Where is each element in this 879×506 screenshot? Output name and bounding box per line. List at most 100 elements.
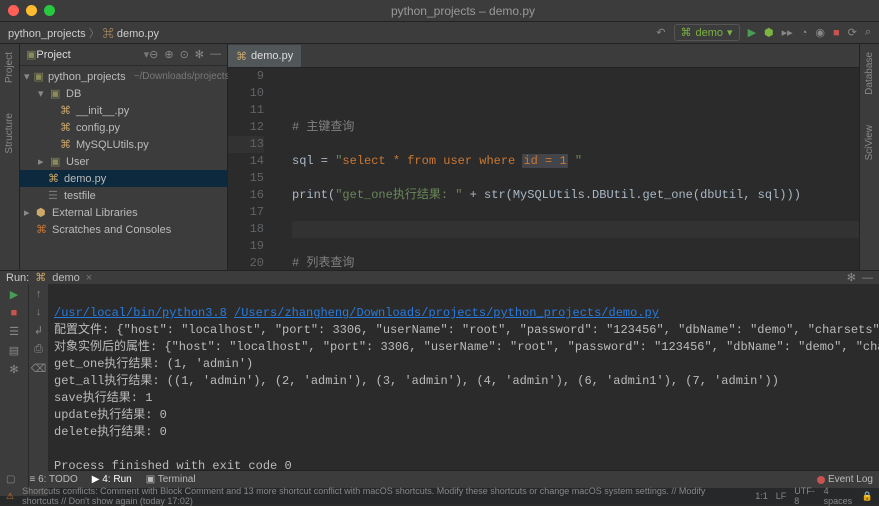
profile-button[interactable]: ◔	[801, 27, 808, 39]
structure-tool-tab[interactable]: Structure	[4, 113, 15, 154]
indent-settings[interactable]: 4 spaces	[824, 486, 854, 506]
run-config-selector[interactable]: ⌘ demo ▾	[674, 24, 740, 41]
debug-button[interactable]: ⬢	[764, 26, 774, 39]
tree-root[interactable]: ▾▣ python_projects ~/Downloads/projects/…	[20, 68, 227, 85]
project-tool-tab[interactable]: Project	[4, 52, 15, 83]
code-body[interactable]: # 主键查询 sql = "select * from user where i…	[274, 68, 859, 270]
window-controls	[8, 5, 55, 16]
editor-tab-demo[interactable]: ⌘ demo.py	[228, 45, 302, 67]
maximize-window-icon[interactable]	[44, 5, 55, 16]
run-config-name: demo	[696, 27, 724, 39]
settings-gear-icon[interactable]: ✻	[195, 48, 204, 61]
project-tree: ▾▣ python_projects ~/Downloads/projects/…	[20, 66, 227, 240]
run-toolbar: ▶ ■ ☰ ▤ ✻	[0, 284, 28, 496]
run-button[interactable]: ▶	[748, 26, 756, 39]
update-button[interactable]: ⟳	[848, 26, 857, 39]
run-tool-tab[interactable]: ▶ 4: Run	[92, 474, 132, 485]
python-file-icon: ⌘	[236, 50, 247, 63]
todo-tool-tab[interactable]: ≡ 6: TODO	[29, 474, 77, 485]
file-encoding[interactable]: UTF-8	[794, 486, 815, 506]
print-icon[interactable]: ⎙	[34, 343, 43, 356]
left-tool-stripe: Project Structure	[0, 44, 20, 270]
window-title: python_projects – demo.py	[55, 4, 871, 18]
console-link-script[interactable]: /Users/zhangheng/Downloads/projects/pyth…	[234, 306, 659, 320]
tree-label: MySQLUtils.py	[76, 139, 149, 151]
code-editor[interactable]: 9101112131415161718192021 # 主键查询 sql = "…	[228, 68, 859, 270]
tree-file-mysqlutils[interactable]: ⌘MySQLUtils.py	[20, 136, 227, 153]
tree-dir-user[interactable]: ▸▣ User	[20, 153, 227, 170]
status-message[interactable]: Shortcuts conflicts: Comment with Block …	[22, 486, 739, 506]
settings-gear-icon[interactable]: ✻	[847, 271, 856, 284]
project-panel-title[interactable]: Project	[36, 49, 143, 61]
collapse-all-icon[interactable]: ⊖	[149, 48, 158, 61]
back-icon[interactable]: ↶	[656, 26, 665, 39]
run-header: Run: ⌘ demo × ✻ —	[0, 271, 879, 284]
coverage-button[interactable]: ▸▸	[782, 26, 793, 39]
event-log-button[interactable]: Event Log	[817, 474, 873, 485]
show-tool-windows-icon[interactable]: ▢	[6, 474, 15, 485]
tree-label: demo.py	[64, 173, 106, 185]
chevron-down-icon: ▾	[727, 26, 733, 39]
project-panel-header: ▣ Project ▾ ⊖ ⊕ ⊙ ✻ —	[20, 44, 227, 66]
titlebar: python_projects – demo.py	[0, 0, 879, 22]
console-line: get_one执行结果: (1, 'admin')	[54, 357, 253, 371]
hide-panel-icon[interactable]: —	[862, 272, 873, 284]
clear-all-icon[interactable]: ⌫	[31, 362, 47, 375]
up-stack-icon[interactable]: ↑	[36, 288, 42, 300]
sciview-tool-tab[interactable]: SciView	[864, 125, 875, 160]
tree-label: External Libraries	[52, 207, 138, 219]
select-opened-icon[interactable]: ⊙	[180, 48, 189, 61]
close-window-icon[interactable]	[8, 5, 19, 16]
minimize-window-icon[interactable]	[26, 5, 37, 16]
console-line: 对象实例后的属性: {"host": "localhost", "port": …	[54, 340, 879, 354]
right-tool-stripe: Database SciView	[859, 44, 879, 270]
settings-button[interactable]: ✻	[9, 363, 18, 376]
console-output[interactable]: /usr/local/bin/python3.8 /Users/zhanghen…	[48, 284, 879, 496]
console-line: 配置文件: {"host": "localhost", "port": 3306…	[54, 323, 879, 337]
run-tab-name[interactable]: demo	[52, 272, 80, 284]
terminal-tool-tab[interactable]: ▣ Terminal	[146, 474, 196, 485]
tree-scratches[interactable]: ⌘ Scratches and Consoles	[20, 221, 227, 238]
pin-button[interactable]: ▤	[9, 344, 19, 357]
main-area: Project Structure ▣ Project ▾ ⊖ ⊕ ⊙ ✻ — …	[0, 44, 879, 270]
editor-tabbar: ⌘ demo.py	[228, 44, 859, 68]
tab-label: demo.py	[251, 50, 293, 62]
tree-label: Scratches and Consoles	[52, 224, 171, 236]
hide-panel-icon[interactable]: —	[210, 48, 221, 61]
down-stack-icon[interactable]: ↓	[36, 306, 42, 318]
console-line: update执行结果: 0	[54, 408, 167, 422]
tree-file-testfile[interactable]: ☰testfile	[20, 187, 227, 204]
console-line: delete执行结果: 0	[54, 425, 167, 439]
tree-label: testfile	[64, 190, 96, 202]
tree-file-init[interactable]: ⌘__init__.py	[20, 102, 227, 119]
project-folder-icon: ▣	[26, 48, 36, 61]
run-label: Run:	[6, 272, 29, 284]
tree-external-libraries[interactable]: ▸⬢ External Libraries	[20, 204, 227, 221]
tree-dir-db[interactable]: ▾▣ DB	[20, 85, 227, 102]
nav-bar: python_projects 〉 ⌘ demo.py ↶ ⌘ demo ▾ ▶…	[0, 22, 879, 44]
run-tool-window: Run: ⌘ demo × ✻ — ▶ ■ ☰ ▤ ✻ ↑ ↓ ↲ ⎙ ⌫ /u…	[0, 270, 879, 470]
search-everywhere-button[interactable]: ⌕	[865, 26, 871, 39]
stop-button[interactable]: ■	[11, 307, 18, 319]
layout-button[interactable]: ☰	[9, 325, 19, 338]
console-exit-line: Process finished with exit code 0	[54, 459, 292, 473]
python-file-icon: ⌘	[681, 26, 692, 39]
tree-file-config[interactable]: ⌘config.py	[20, 119, 227, 136]
soft-wrap-icon[interactable]: ↲	[34, 324, 43, 337]
expand-all-icon[interactable]: ⊕	[164, 48, 173, 61]
tree-file-demo[interactable]: ⌘demo.py	[20, 170, 227, 187]
tree-label: User	[66, 156, 89, 168]
event-log-label: Event Log	[828, 474, 873, 485]
run-toolbar-2: ↑ ↓ ↲ ⎙ ⌫	[28, 284, 48, 496]
breadcrumb-project[interactable]: python_projects	[8, 28, 86, 40]
breadcrumb-file[interactable]: demo.py	[117, 28, 159, 40]
stop-button[interactable]: ■	[833, 27, 840, 39]
database-tool-tab[interactable]: Database	[864, 52, 875, 95]
tree-root-label: python_projects	[48, 71, 126, 83]
rerun-button[interactable]: ▶	[10, 288, 18, 301]
close-tab-icon[interactable]: ×	[86, 272, 92, 284]
concurrency-button[interactable]: ◉	[815, 26, 825, 39]
project-panel: ▣ Project ▾ ⊖ ⊕ ⊙ ✻ — ▾▣ python_projects…	[20, 44, 228, 270]
console-link-interpreter[interactable]: /usr/local/bin/python3.8	[54, 306, 227, 320]
editor-area: ⌘ demo.py 9101112131415161718192021 # 主键…	[228, 44, 859, 270]
